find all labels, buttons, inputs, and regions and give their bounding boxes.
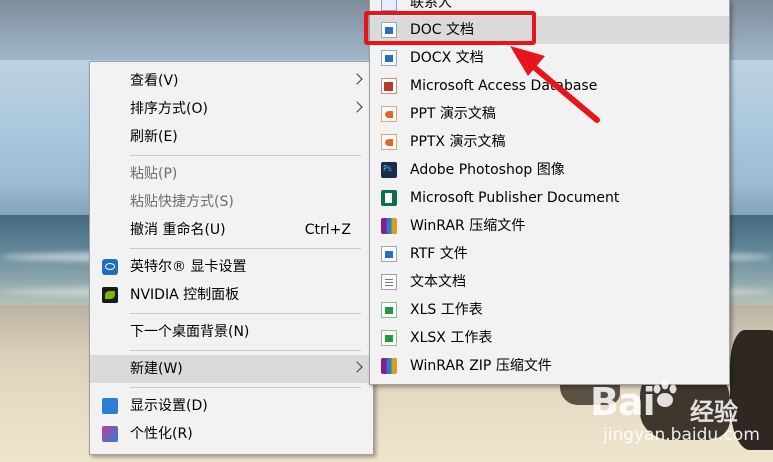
word-docx-icon (381, 50, 397, 66)
chevron-right-icon (351, 101, 363, 113)
submenu-item-photoshop[interactable]: Adobe Photoshop 图像 (370, 156, 729, 184)
menu-item-label: PPTX 演示文稿 (410, 134, 506, 150)
submenu-item-access[interactable]: Microsoft Access Database (370, 72, 729, 100)
menu-item-label: NVIDIA 控制面板 (130, 287, 240, 303)
pptx-icon (381, 134, 397, 150)
nvidia-icon (102, 287, 118, 303)
submenu-item-publisher[interactable]: Microsoft Publisher Document (370, 184, 729, 212)
menu-item-new[interactable]: 新建(W) (90, 355, 373, 383)
personalize-icon (102, 426, 118, 442)
menu-separator (130, 387, 361, 388)
ppt-icon (381, 106, 397, 122)
menu-separator (130, 350, 361, 351)
menu-item-sort-by[interactable]: 排序方式(O) (90, 95, 373, 123)
submenu-item-docx[interactable]: DOCX 文档 (370, 44, 729, 72)
submenu-item-xlsx[interactable]: XLSX 工作表 (370, 324, 729, 352)
submenu-item-pptx[interactable]: PPTX 演示文稿 (370, 128, 729, 156)
menu-item-label: 排序方式(O) (130, 101, 208, 117)
menu-separator (130, 155, 361, 156)
shortcut-label: Ctrl+Z (304, 222, 351, 238)
menu-item-label: 撤消 重命名(U) (130, 222, 226, 238)
photoshop-icon (381, 162, 397, 178)
menu-item-label: 文本文档 (410, 274, 466, 290)
menu-item-label: Adobe Photoshop 图像 (410, 162, 565, 178)
submenu-item-rtf[interactable]: RTF 文件 (370, 240, 729, 268)
annotation-highlight-box (364, 11, 536, 45)
menu-item-label: 英特尔® 显卡设置 (130, 259, 247, 275)
menu-item-refresh[interactable]: 刷新(E) (90, 123, 373, 151)
menu-item-label: 刷新(E) (130, 129, 178, 145)
submenu-item-text-document[interactable]: 文本文档 (370, 268, 729, 296)
menu-item-label: XLSX 工作表 (410, 330, 493, 346)
menu-item-label: RTF 文件 (410, 246, 468, 262)
publisher-icon (381, 190, 397, 206)
menu-item-label: 粘贴(P) (130, 166, 178, 182)
submenu-item-winrar-zip[interactable]: WinRAR ZIP 压缩文件 (370, 352, 729, 380)
menu-item-label: Microsoft Access Database (410, 78, 598, 94)
display-settings-icon (102, 398, 118, 414)
menu-item-label: 下一个桌面背景(N) (130, 324, 250, 340)
chevron-right-icon (351, 73, 363, 85)
menu-item-label: 粘贴快捷方式(S) (130, 194, 234, 210)
menu-item-label: 查看(V) (130, 73, 179, 89)
watermark-logo: Bai (590, 380, 656, 424)
intel-graphics-icon (102, 259, 118, 275)
winrar-icon (381, 218, 397, 234)
menu-item-intel-graphics[interactable]: 英特尔® 显卡设置 (90, 253, 373, 281)
watermark-url: jingyan.baidu.com (603, 425, 760, 445)
menu-item-next-background[interactable]: 下一个桌面背景(N) (90, 318, 373, 346)
menu-item-label: 新建(W) (130, 361, 183, 377)
menu-item-personalize[interactable]: 个性化(R) (90, 420, 373, 448)
menu-item-label: 显示设置(D) (130, 398, 208, 414)
menu-item-undo-rename[interactable]: 撤消 重命名(U) Ctrl+Z (90, 216, 373, 244)
new-submenu: 联系人 DOC 文档 DOCX 文档 Microsoft Access Data… (369, 0, 730, 385)
menu-item-label: Microsoft Publisher Document (410, 190, 620, 206)
menu-item-paste[interactable]: 粘贴(P) (90, 160, 373, 188)
watermark-suffix: 经验 (690, 398, 738, 426)
rtf-icon (381, 246, 397, 262)
menu-item-label: WinRAR ZIP 压缩文件 (410, 358, 552, 374)
menu-item-label: WinRAR 压缩文件 (410, 218, 526, 234)
xlsx-icon (381, 330, 397, 346)
menu-item-display-settings[interactable]: 显示设置(D) (90, 392, 373, 420)
submenu-item-xls[interactable]: XLS 工作表 (370, 296, 729, 324)
text-file-icon (381, 274, 397, 290)
menu-item-label: PPT 演示文稿 (410, 106, 496, 122)
submenu-item-ppt[interactable]: PPT 演示文稿 (370, 100, 729, 128)
menu-item-label: DOCX 文档 (410, 50, 484, 66)
menu-separator (130, 248, 361, 249)
access-icon (381, 78, 397, 94)
contact-icon (381, 0, 397, 11)
winrar-zip-icon (381, 358, 397, 374)
menu-item-paste-shortcut[interactable]: 粘贴快捷方式(S) (90, 188, 373, 216)
submenu-item-winrar[interactable]: WinRAR 压缩文件 (370, 212, 729, 240)
desktop-context-menu: 查看(V) 排序方式(O) 刷新(E) 粘贴(P) 粘贴快捷方式(S) 撤消 重… (89, 61, 374, 455)
menu-item-label: XLS 工作表 (410, 302, 483, 318)
xls-icon (381, 302, 397, 318)
menu-item-label: 个性化(R) (130, 426, 193, 442)
chevron-right-icon (351, 361, 363, 373)
menu-item-view[interactable]: 查看(V) (90, 67, 373, 95)
baidu-paw-icon (653, 380, 677, 407)
menu-item-nvidia-control-panel[interactable]: NVIDIA 控制面板 (90, 281, 373, 309)
menu-separator (130, 313, 361, 314)
